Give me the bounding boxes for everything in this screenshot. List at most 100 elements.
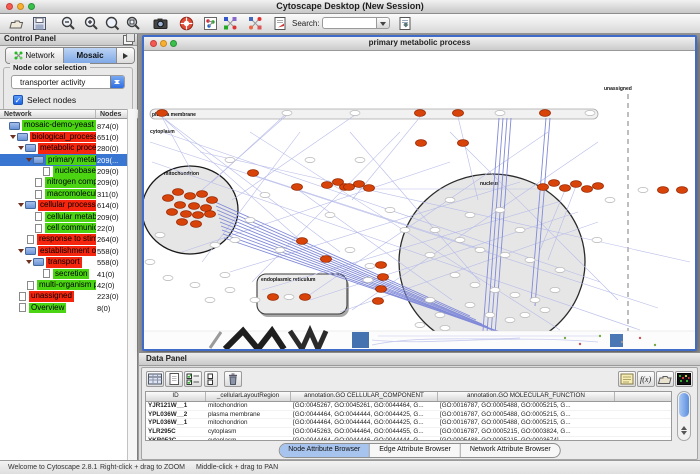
network-node[interactable] [177,219,188,226]
network-node[interactable] [167,209,178,216]
table-cell[interactable]: YPL036W__2 [146,411,206,419]
network-node[interactable] [571,181,582,188]
table-cell[interactable]: mitochondrion [206,419,291,427]
tree-row[interactable]: mosaic-demo-yeast874(0) [0,120,128,131]
search-input[interactable] [322,17,376,29]
network-node[interactable] [373,298,384,305]
expand-arrow-icon[interactable] [18,203,24,210]
tab-mosaic[interactable]: Mosaic [64,48,117,63]
tree-row[interactable]: macromolecule m311(0) [0,188,128,199]
tree-row[interactable]: cell communicati22(0) [0,223,128,234]
network-node[interactable] [415,110,426,117]
network-node[interactable] [297,238,308,245]
tree-row[interactable]: nitrogen compou209(0) [0,177,128,188]
tree-row[interactable]: transport558(0) [0,257,128,268]
network-node-small[interactable] [325,212,335,217]
tab-edge-attribute-browser[interactable]: Edge Attribute Browser [370,444,461,457]
float-panel-icon[interactable] [123,35,133,45]
tree-row[interactable]: cellular metaboli209(0) [0,211,128,222]
tree-row[interactable]: primary metabolic209(... [0,154,128,165]
network-node-small[interactable] [490,287,500,292]
network-node[interactable] [458,140,469,147]
network-node-small[interactable] [555,267,565,272]
network-node[interactable] [333,179,344,186]
network-node-small[interactable] [510,292,520,297]
table-cell[interactable]: YLR295C [146,428,206,436]
network-node-small[interactable] [550,287,560,292]
table-row[interactable]: YLR295Ccytoplasm[GO:0045263, GO:0044464,… [146,428,671,437]
tree-row[interactable]: cellular process614(0) [0,200,128,211]
network-node[interactable] [416,140,427,147]
network-node-small[interactable] [425,252,435,257]
network-node[interactable] [453,110,464,117]
tree-row[interactable]: unassigned223(0) [0,291,128,302]
network-node[interactable] [193,212,204,219]
network-node[interactable] [292,184,303,191]
network-node[interactable] [197,191,208,198]
attribute-table-button[interactable] [146,371,164,387]
network-node[interactable] [560,185,571,192]
table-cell[interactable]: [GO:0016787, GO:0005488, GO:0005215, G..… [438,419,615,427]
network-node-small[interactable] [455,237,465,242]
network-node-small[interactable] [225,287,235,292]
table-cell[interactable]: YKR052C [146,437,206,441]
function-builder-button[interactable]: f(x) [637,371,655,387]
tree-row[interactable]: Overview8(0) [0,302,128,313]
zoom-fit-button[interactable] [104,15,122,32]
network-node-small[interactable] [605,197,615,202]
network-node-small[interactable] [470,282,480,287]
expand-arrow-icon[interactable] [18,249,24,256]
network-node-small[interactable] [495,207,505,212]
table-cell[interactable]: [GO:0045263, GO:0044464, GO:0044455, G..… [291,428,438,436]
zoom-in-button[interactable] [83,15,101,32]
column-header[interactable]: ID [146,392,206,401]
tab-node-attribute-browser[interactable]: Node Attribute Browser [279,444,370,457]
zoom-selected-button[interactable] [125,15,143,32]
network-node-small[interactable] [585,110,595,115]
network-node-small[interactable] [205,297,215,302]
network-node-small[interactable] [425,297,435,302]
scroll-down-icon[interactable] [681,431,687,438]
network-node[interactable] [540,110,551,117]
notes-button[interactable] [618,371,636,387]
tab-network[interactable]: Network [6,48,64,63]
node-color-dropdown[interactable]: transporter activity [11,75,125,89]
create-attribute-button[interactable] [165,371,183,387]
table-row[interactable]: YPL036W__2plasma membrane[GO:0044464, GO… [146,411,671,420]
tree-row[interactable]: response to stimulu264(0) [0,234,128,245]
tree-row[interactable]: establishment of lo558(0) [0,245,128,256]
network-node-small[interactable] [163,275,173,280]
tree-row[interactable]: metabolic process280(0) [0,143,128,154]
network-canvas[interactable]: plasma membranecytoplasmmitochondrionnuc… [144,50,695,349]
network-node-small[interactable] [415,322,425,327]
layout-button-1[interactable] [222,15,240,32]
network-node-small[interactable] [350,110,360,115]
table-cell[interactable]: YJR121W__1 [146,402,206,410]
network-node[interactable] [248,170,259,177]
expand-arrow-icon[interactable] [18,146,24,153]
annotation-button[interactable] [272,15,290,32]
network-node-small[interactable] [592,237,602,242]
network-node[interactable] [322,182,333,189]
network-node-small[interactable] [225,157,235,162]
table-cell[interactable]: [GO:0016787, GO:0005215, GO:0003824, G..… [438,428,615,436]
unselect-attributes-button[interactable] [204,371,218,387]
table-cell[interactable]: [GO:0044464, GO:0044446, GO:0044444, G..… [291,437,438,441]
network-node[interactable] [677,187,688,194]
table-cell[interactable]: [GO:0045267, GO:0045261, GO:0044464, G..… [291,402,438,410]
network-node-small[interactable] [220,272,230,277]
network-node[interactable] [378,274,389,281]
column-header[interactable]: annotation.GO CELLULAR_COMPONENT [291,392,438,401]
network-node-small[interactable] [540,307,550,312]
network-node-small[interactable] [475,247,485,252]
network-node-small[interactable] [284,294,294,299]
network-node[interactable] [354,181,365,188]
network-node[interactable] [268,294,279,301]
help-button[interactable] [178,15,196,32]
table-cell[interactable]: cytoplasm [206,437,291,441]
network-node[interactable] [189,203,200,210]
network-node[interactable] [658,187,669,194]
network-node[interactable] [376,262,387,269]
table-cell[interactable]: [GO:0044464, GO:0044444, GO:0044425, G..… [291,411,438,419]
tab-overflow-button[interactable] [117,48,134,63]
